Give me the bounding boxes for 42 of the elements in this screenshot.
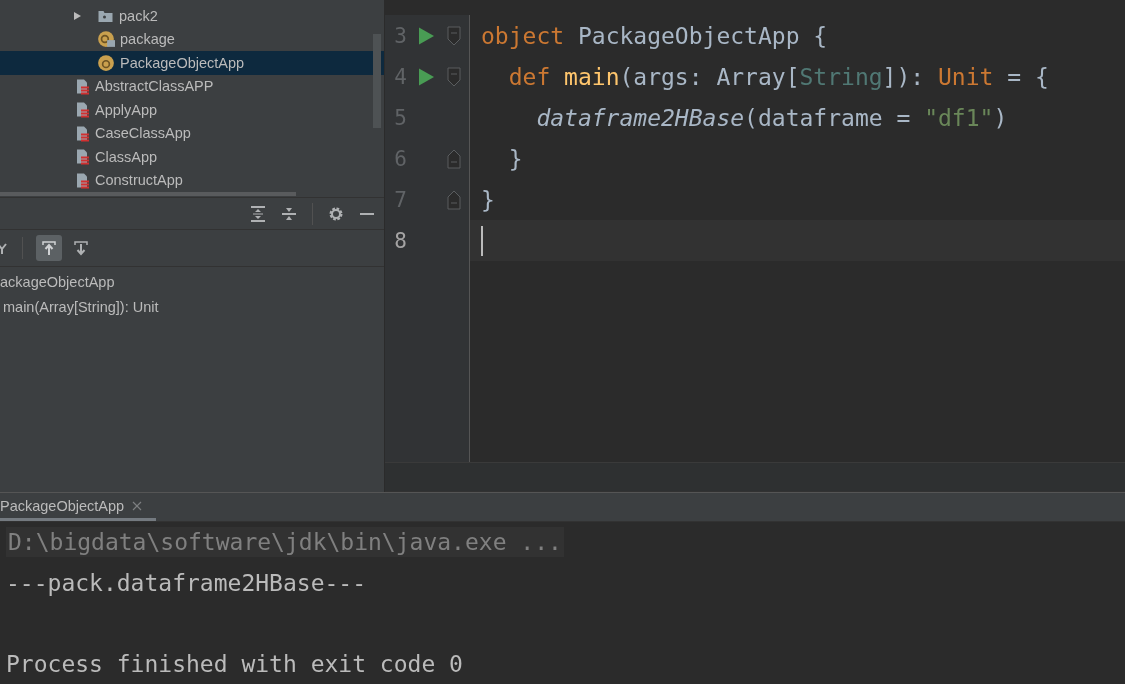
scala-file-icon [74, 171, 90, 189]
scala-file-icon [74, 101, 90, 119]
tree-item[interactable]: ClassApp [0, 145, 384, 169]
expand-all-icon[interactable] [250, 205, 266, 222]
arrow-up-icon [41, 240, 57, 256]
code-line: object PackageObjectApp { [481, 22, 828, 49]
scala-file-icon [74, 148, 90, 166]
fold-icon[interactable] [447, 189, 461, 210]
object-icon [97, 30, 115, 49]
autoscroll-from-source-button[interactable] [36, 235, 62, 261]
code-line: def main(args: Array[String]): Unit = { [507, 63, 1049, 90]
expand-arrow-icon[interactable] [72, 10, 82, 21]
tree-item[interactable]: package [0, 27, 384, 51]
console-line: ---pack.dataframe2HBase--- [6, 569, 367, 596]
scala-file-icon [74, 124, 90, 142]
collapse-all-icon[interactable] [281, 205, 297, 222]
text-cursor [481, 225, 483, 256]
scrollbar[interactable] [373, 34, 381, 128]
scala-file-icon [74, 77, 90, 95]
code-line: dataframe2HBase(dataframe = "df1") [535, 104, 1008, 131]
fold-icon[interactable] [447, 148, 461, 169]
structure-item[interactable]: ackageObjectApp [0, 270, 384, 295]
tree-item[interactable]: ApplyApp [0, 98, 384, 122]
code-line: } [481, 186, 495, 213]
fold-icon[interactable] [447, 66, 461, 87]
tree-item[interactable]: CaseClassApp [0, 121, 384, 145]
console-line: Process finished with exit code 0 [6, 650, 463, 677]
line-number: 8 [393, 228, 407, 253]
object-icon [97, 53, 115, 72]
close-icon[interactable] [132, 500, 143, 511]
structure-item[interactable]: main(Array[String]): Unit [0, 294, 384, 319]
code-line: } [507, 145, 523, 172]
tree-item[interactable]: PackageObjectApp [0, 51, 384, 75]
tree-item[interactable]: pack2 [0, 4, 384, 28]
arrow-down-icon [73, 240, 89, 256]
tree-item[interactable]: ConstructApp [0, 168, 384, 192]
run-tab[interactable]: PackageObjectApp [0, 493, 157, 521]
tree-item[interactable]: AbstractClassAPP [0, 74, 384, 98]
settings-icon[interactable] [328, 205, 344, 222]
fold-icon[interactable] [447, 25, 461, 46]
run-icon[interactable] [418, 67, 434, 86]
run-icon[interactable] [418, 26, 434, 45]
